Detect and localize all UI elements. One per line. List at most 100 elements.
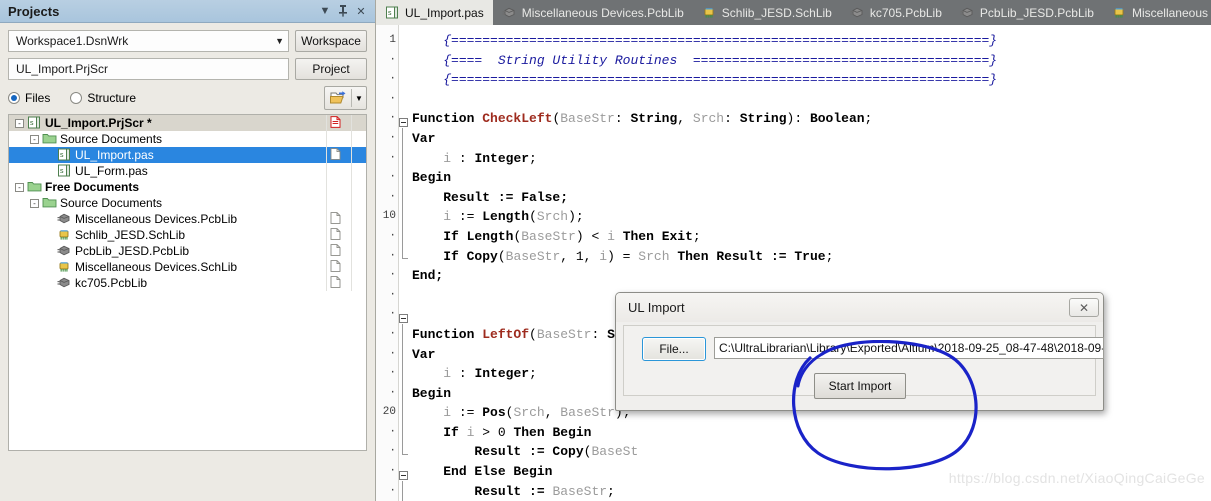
code-token: > 0 — [474, 424, 514, 440]
projects-panel-titlebar: Projects ▼ ✕ — [0, 0, 375, 23]
workspace-row: Workspace1.DsnWrk ▼ Workspace — [8, 30, 367, 52]
file-browse-button[interactable]: File... — [642, 337, 706, 361]
tree-item[interactable]: Schlib_JESD.SchLib — [9, 227, 366, 243]
document-tab[interactable]: PcbLib_JESD.PcbLib — [951, 0, 1103, 25]
code-token: i — [443, 366, 452, 382]
code-token: BaseStr — [552, 483, 608, 499]
code-token: Var — [412, 346, 436, 362]
script-project-icon: s — [27, 116, 42, 130]
svg-text:s: s — [60, 168, 64, 175]
close-icon[interactable]: ✕ — [353, 3, 369, 19]
radio-indicator-structure — [70, 92, 83, 104]
document-tab[interactable]: s UL_Import.pas — [376, 0, 493, 25]
document-tab[interactable]: Miscellaneous Devices.SchLib — [1103, 0, 1211, 25]
project-field[interactable]: UL_Import.PrjScr — [8, 58, 289, 80]
line-number: · — [389, 190, 396, 203]
tree-item-label: Free Documents — [45, 180, 140, 194]
pin-icon[interactable] — [335, 3, 351, 19]
code-token: ); — [568, 209, 584, 225]
pcblib-icon — [57, 244, 72, 258]
document-tab[interactable]: kc705.PcbLib — [841, 0, 951, 25]
document-tab[interactable]: Miscellaneous Devices.PcbLib — [493, 0, 693, 25]
code-text[interactable]: {=======================================… — [412, 25, 1211, 501]
tree-item-doc-cell — [326, 195, 351, 211]
code-token: ( — [529, 326, 537, 342]
open-project-toolbar: ▼ — [324, 86, 367, 110]
tree-item-label: PcbLib_JESD.PcbLib — [75, 244, 190, 258]
code-token: Then Exit — [622, 228, 693, 244]
tree-item[interactable]: s UL_Import.pas — [9, 147, 366, 163]
tree-item[interactable]: - Free Documents — [9, 179, 366, 195]
tree-item[interactable]: Miscellaneous Devices.SchLib — [9, 259, 366, 275]
line-number: · — [389, 73, 396, 86]
code-editor[interactable]: 1········10·········20·········30· {====… — [376, 25, 1211, 501]
line-number: · — [389, 92, 396, 105]
radio-indicator-files — [8, 92, 20, 104]
project-tree[interactable]: - s UL_Import.PrjScr * - Source Documents s UL… — [8, 114, 367, 451]
open-folder-export-icon[interactable] — [325, 87, 351, 109]
tree-item[interactable]: - s UL_Import.PrjScr * — [9, 115, 366, 131]
fold-toggle-icon[interactable] — [399, 471, 408, 480]
fold-range-line — [402, 481, 403, 501]
tree-expander-icon[interactable]: - — [15, 182, 24, 192]
project-value: UL_Import.PrjScr — [16, 62, 109, 76]
line-number: · — [389, 112, 396, 125]
schlib-icon — [702, 6, 717, 20]
line-number-gutter: 1········10·········20·········30· — [376, 25, 399, 501]
tree-item-label: Miscellaneous Devices.PcbLib — [75, 212, 238, 226]
code-token: : — [591, 326, 608, 342]
workspace-combo[interactable]: Workspace1.DsnWrk ▼ — [8, 30, 289, 52]
line-number: · — [389, 151, 396, 164]
tree-item-label: UL_Form.pas — [75, 164, 148, 178]
workspace-button[interactable]: Workspace — [295, 30, 367, 52]
code-token: Pos — [482, 405, 506, 421]
fold-toggle-icon[interactable] — [399, 118, 408, 127]
document-tab[interactable]: Schlib_JESD.SchLib — [693, 0, 841, 25]
code-token: BaseStr — [536, 326, 592, 342]
close-icon[interactable]: ✕ — [1069, 298, 1099, 317]
tree-item[interactable]: - Source Documents — [9, 195, 366, 211]
tree-item[interactable]: Miscellaneous Devices.PcbLib — [9, 211, 366, 227]
line-number: · — [389, 249, 396, 262]
fold-toggle-icon[interactable] — [399, 314, 408, 323]
chevron-down-icon[interactable]: ▼ — [317, 3, 333, 19]
tree-item-columns — [326, 131, 366, 147]
line-number: · — [389, 308, 396, 321]
code-token: : — [724, 111, 740, 127]
radio-structure[interactable]: Structure — [70, 91, 136, 105]
code-fold-column[interactable] — [398, 25, 412, 501]
tree-item-label: UL_Import.PrjScr * — [45, 116, 152, 130]
tree-item-doc-cell — [326, 115, 351, 131]
tree-item-extra-cell — [351, 211, 366, 227]
chevron-down-icon[interactable]: ▼ — [352, 94, 366, 103]
start-import-button[interactable]: Start Import — [814, 373, 906, 399]
project-button[interactable]: Project — [295, 58, 367, 80]
tree-item-columns — [326, 227, 366, 243]
code-token: ; — [692, 228, 701, 244]
tree-item[interactable]: - Source Documents — [9, 131, 366, 147]
radio-structure-label: Structure — [87, 91, 137, 105]
tree-item[interactable]: kc705.PcbLib — [9, 275, 366, 291]
tree-item[interactable]: PcbLib_JESD.PcbLib — [9, 243, 366, 259]
tree-expander-icon[interactable]: - — [30, 198, 39, 208]
document-icon — [330, 228, 345, 242]
folder-icon — [42, 132, 57, 146]
code-token: Integer — [474, 366, 530, 382]
code-line: If Length(BaseStr) < i Then Exit; — [412, 227, 1211, 247]
tree-item-doc-cell — [326, 179, 351, 195]
document-icon — [330, 276, 345, 290]
document-tab-label: kc705.PcbLib — [869, 5, 942, 20]
code-token: Srch — [638, 248, 670, 264]
tree-expander-icon[interactable]: - — [30, 134, 39, 144]
tree-expander-icon[interactable]: - — [15, 118, 24, 128]
tree-item[interactable]: s UL_Form.pas — [9, 163, 366, 179]
radio-files[interactable]: Files — [8, 91, 50, 105]
file-path-input[interactable]: C:\UltraLibrarian\Library\Exported\Altiu… — [714, 337, 1104, 359]
